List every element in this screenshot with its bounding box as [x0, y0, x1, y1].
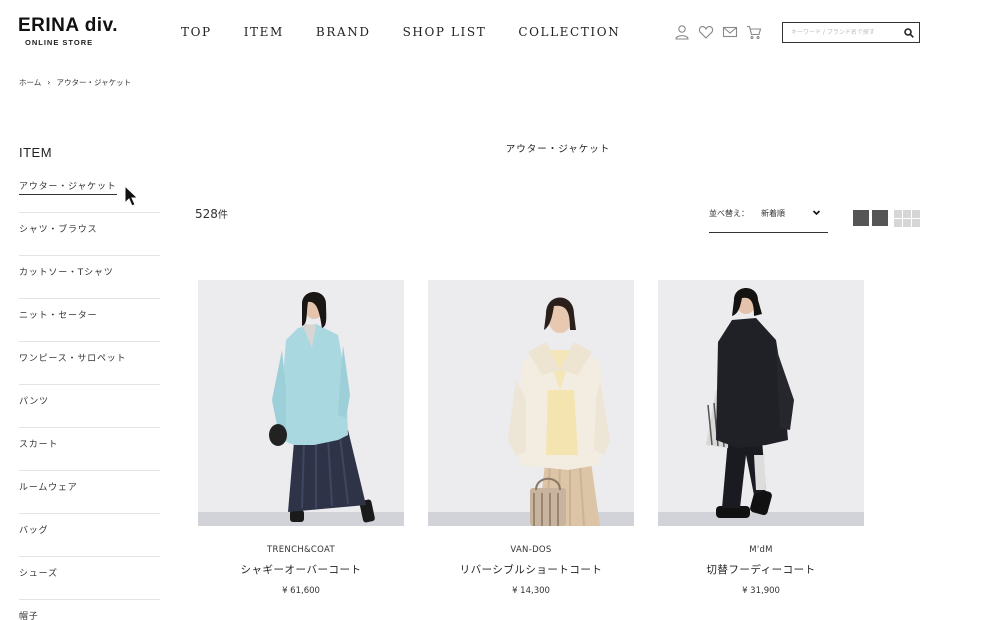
nav-shop-list[interactable]: SHOP LIST: [403, 25, 487, 39]
product-price: ¥ 14,300: [512, 586, 550, 596]
sidebar-item-label: 帽子: [19, 612, 39, 620]
site-logo[interactable]: ERINA div. ONLINE STORE: [18, 15, 119, 48]
result-count-number: 528: [195, 207, 218, 221]
sort-label: 並べ替え：: [709, 209, 749, 218]
product-card[interactable]: TRENCH&COAT シャギーオーバーコート ¥ 61,600: [198, 280, 404, 596]
product-card[interactable]: M'dM 切替フーディーコート ¥ 31,900: [658, 280, 864, 596]
product-image[interactable]: [658, 280, 864, 526]
page: ERINA div. ONLINE STORE TOP ITEM BRAND S…: [0, 0, 1000, 620]
sidebar-item-shirt-blouse[interactable]: シャツ・ブラウス: [19, 213, 160, 256]
sort-value: 新着順: [761, 209, 785, 218]
breadcrumb: ホーム › アウター・ジャケット: [19, 77, 131, 88]
sidebar-item-label: ワンピース・サロペット: [19, 354, 127, 364]
product-brand: M'dM: [749, 545, 773, 555]
product-name[interactable]: 切替フーディーコート: [658, 562, 864, 577]
search-box: [782, 22, 920, 43]
product-name[interactable]: リバーシブルショートコート: [428, 562, 634, 577]
sidebar-item-label: パンツ: [19, 397, 49, 407]
sidebar-item-skirt[interactable]: スカート: [19, 428, 160, 471]
sidebar-item-label: シャツ・ブラウス: [19, 225, 98, 235]
heart-icon[interactable]: [698, 24, 714, 40]
product-image[interactable]: [198, 280, 404, 526]
breadcrumb-home[interactable]: ホーム: [19, 77, 41, 88]
product-brand: TRENCH&COAT: [267, 545, 335, 555]
sidebar-title: ITEM: [19, 145, 53, 160]
sort-select[interactable]: 並べ替え： 新着順: [709, 205, 828, 233]
nav-top[interactable]: TOP: [181, 25, 212, 39]
category-title: アウター・ジャケット: [505, 144, 611, 155]
grid-small-icon-cell: [903, 210, 911, 218]
breadcrumb-current: アウター・ジャケット: [56, 78, 132, 87]
grid-large-view-button[interactable]: [853, 210, 891, 226]
sidebar-item-label: カットソー・Tシャツ: [19, 268, 114, 278]
product-image[interactable]: [428, 280, 634, 526]
sidebar-item-label: アウター・ジャケット: [19, 182, 117, 195]
grid-large-icon-cell: [872, 210, 888, 226]
nav-item[interactable]: ITEM: [244, 25, 284, 39]
sidebar-category-list: アウター・ジャケット シャツ・ブラウス カットソー・Tシャツ ニット・セーター …: [19, 170, 160, 620]
sidebar-item-label: スカート: [19, 440, 59, 450]
sidebar-item-hat[interactable]: 帽子: [19, 600, 160, 620]
grid-small-icon-cell: [912, 219, 920, 227]
sidebar-item-pants[interactable]: パンツ: [19, 385, 160, 428]
grid-small-icon-cell: [912, 210, 920, 218]
mouse-cursor-icon: [124, 185, 139, 207]
sidebar-item-label: シューズ: [19, 569, 58, 579]
sidebar-item-label: バッグ: [19, 526, 49, 536]
model-illustration: [508, 297, 610, 526]
sidebar-item-knit-sweater[interactable]: ニット・セーター: [19, 299, 160, 342]
grid-small-icon-cell: [894, 210, 902, 218]
mail-icon[interactable]: [722, 24, 738, 40]
nav-collection[interactable]: COLLECTION: [518, 25, 620, 39]
logo-sub-text: ONLINE STORE: [25, 38, 94, 47]
product-name[interactable]: シャギーオーバーコート: [198, 562, 404, 577]
search-input[interactable]: [791, 29, 891, 36]
sidebar-item-bag[interactable]: バッグ: [19, 514, 160, 557]
product-brand: VAN-DOS: [510, 545, 552, 555]
grid-small-view-button[interactable]: [894, 210, 920, 227]
model-illustration: [269, 292, 375, 523]
product-price: ¥ 61,600: [282, 586, 320, 596]
model-illustration: [706, 288, 794, 518]
sidebar-item-shoes[interactable]: シューズ: [19, 557, 160, 600]
user-icon[interactable]: [674, 24, 690, 40]
result-count-unit: 件: [217, 210, 228, 221]
sidebar-item-cutsew-tshirt[interactable]: カットソー・Tシャツ: [19, 256, 160, 299]
grid-small-icon-cell: [894, 219, 902, 227]
product-price: ¥ 31,900: [742, 586, 780, 596]
nav-brand[interactable]: BRAND: [316, 25, 371, 39]
breadcrumb-separator: ›: [47, 78, 51, 87]
sidebar-item-label: ニット・セーター: [19, 311, 98, 321]
sidebar-item-label: ルームウェア: [19, 483, 78, 493]
sidebar-item-onepiece-salopette[interactable]: ワンピース・サロペット: [19, 342, 160, 385]
header-icons: [674, 24, 770, 40]
grid-large-icon-cell: [853, 210, 869, 226]
logo-main-text: ERINA div.: [18, 15, 119, 36]
grid-small-icon-cell: [903, 219, 911, 227]
product-card[interactable]: VAN-DOS リバーシブルショートコート ¥ 14,300: [428, 280, 634, 596]
chevron-down-icon: [812, 208, 821, 220]
cart-icon[interactable]: [746, 24, 762, 40]
main-nav: TOP ITEM BRAND SHOP LIST COLLECTION: [181, 25, 652, 39]
search-icon[interactable]: [904, 23, 914, 42]
result-count: 528 件: [195, 206, 228, 221]
sidebar-item-roomwear[interactable]: ルームウェア: [19, 471, 160, 514]
